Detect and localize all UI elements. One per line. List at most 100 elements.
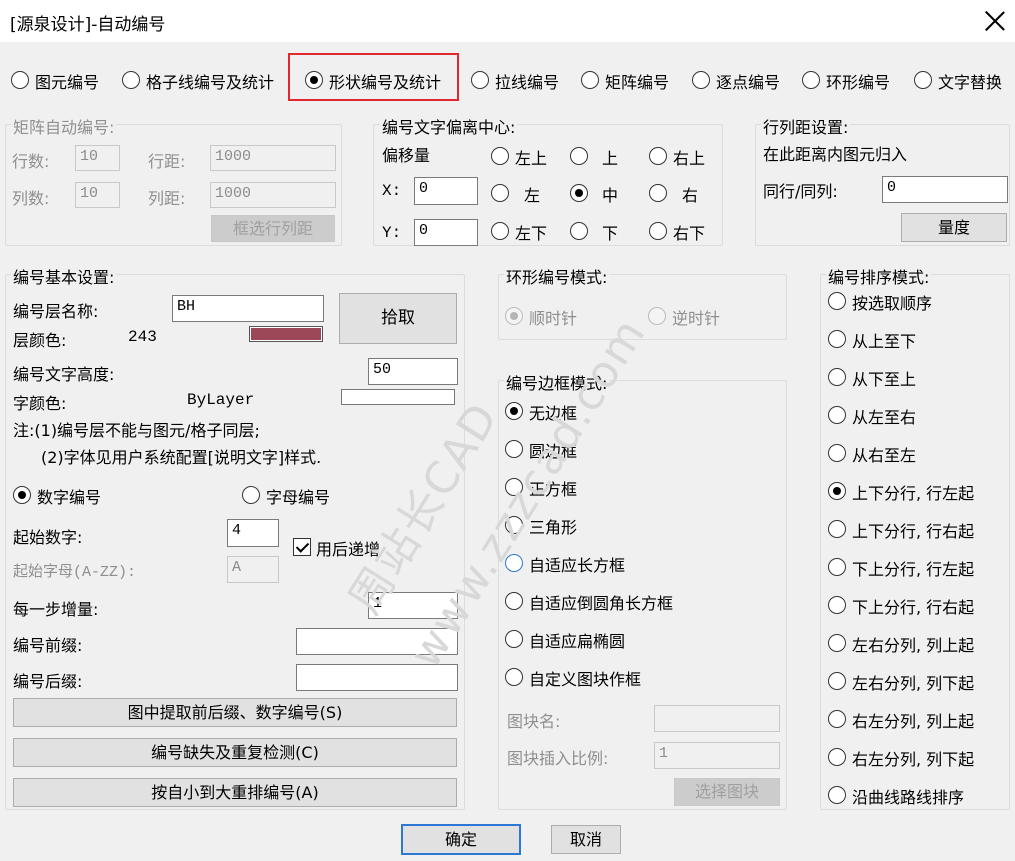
pos-label-0[interactable]: 左上 <box>515 145 547 169</box>
sort-radio-8[interactable] <box>828 596 846 614</box>
numeric-label[interactable]: 数字编号 <box>37 484 101 508</box>
tab-radio-7[interactable] <box>914 71 932 89</box>
tab-label-7[interactable]: 文字替换 <box>938 69 1002 93</box>
auto-inc-label[interactable]: 用后递增 <box>316 536 380 560</box>
sort-label-5[interactable]: 上下分行, 行左起 <box>852 480 974 504</box>
frame-radio-4[interactable] <box>505 554 523 572</box>
sort-label-12[interactable]: 右左分列, 列下起 <box>852 746 974 770</box>
tab-label-6[interactable]: 环形编号 <box>826 69 890 93</box>
sort-radio-13[interactable] <box>828 786 846 804</box>
sort-label-3[interactable]: 从左至右 <box>852 404 916 428</box>
frame-label-3[interactable]: 三角形 <box>529 514 577 538</box>
row-col-input[interactable]: 0 <box>882 176 1008 203</box>
pos-label-5[interactable]: 右 <box>682 182 698 206</box>
tab-label-1[interactable]: 格子线编号及统计 <box>146 69 274 93</box>
frame-radio-5[interactable] <box>505 592 523 610</box>
tab-radio-6[interactable] <box>802 71 820 89</box>
sort-radio-4[interactable] <box>828 444 846 462</box>
cw-label[interactable]: 顺时针 <box>529 305 577 329</box>
sort-label-11[interactable]: 右左分列, 列上起 <box>852 708 974 732</box>
frame-radio-2[interactable] <box>505 478 523 496</box>
rows-input[interactable]: 10 <box>75 145 120 171</box>
pos-label-7[interactable]: 下 <box>602 220 618 244</box>
tab-label-3[interactable]: 拉线编号 <box>495 69 559 93</box>
cols-input[interactable]: 10 <box>75 182 120 208</box>
check-button[interactable]: 编号缺失及重复检测(C) <box>13 738 457 767</box>
tab-radio-5[interactable] <box>692 71 710 89</box>
pos-label-1[interactable]: 上 <box>602 145 618 169</box>
extract-button[interactable]: 图中提取前后缀、数字编号(S) <box>13 698 457 727</box>
sort-radio-1[interactable] <box>828 330 846 348</box>
pos-radio-7[interactable] <box>570 222 588 240</box>
tab-label-5[interactable]: 逐点编号 <box>716 69 780 93</box>
pos-radio-0[interactable] <box>491 147 509 165</box>
layer-color-swatch[interactable] <box>249 326 323 342</box>
row-spacing-input[interactable]: 1000 <box>210 145 336 171</box>
frame-label-7[interactable]: 自定义图块作框 <box>529 666 641 690</box>
sort-radio-9[interactable] <box>828 634 846 652</box>
frame-label-2[interactable]: 正方框 <box>529 476 577 500</box>
sort-label-0[interactable]: 按选取顺序 <box>852 290 932 314</box>
frame-radio-0[interactable] <box>505 402 523 420</box>
frame-label-6[interactable]: 自适应扁椭圆 <box>529 628 625 652</box>
frame-radio-3[interactable] <box>505 516 523 534</box>
ccw-radio[interactable] <box>648 307 666 325</box>
ok-button[interactable]: 确定 <box>401 824 521 855</box>
alpha-label[interactable]: 字母编号 <box>266 484 330 508</box>
select-block-button[interactable]: 选择图块 <box>674 778 780 806</box>
pos-label-8[interactable]: 右下 <box>673 220 705 244</box>
sort-label-8[interactable]: 下上分行, 行右起 <box>852 594 974 618</box>
sort-label-10[interactable]: 左右分列, 列下起 <box>852 670 974 694</box>
pos-label-6[interactable]: 左下 <box>515 220 547 244</box>
pos-radio-2[interactable] <box>649 147 667 165</box>
sort-radio-12[interactable] <box>828 748 846 766</box>
tab-radio-1[interactable] <box>122 71 140 89</box>
renumber-button[interactable]: 按自小到大重排编号(A) <box>13 778 457 807</box>
sort-radio-3[interactable] <box>828 406 846 424</box>
font-color-swatch[interactable] <box>341 389 455 405</box>
layer-name-input[interactable]: BH <box>172 295 324 322</box>
frame-radio-6[interactable] <box>505 630 523 648</box>
sort-radio-5[interactable] <box>828 482 846 500</box>
block-name-input[interactable] <box>654 705 780 732</box>
sort-label-2[interactable]: 从下至上 <box>852 366 916 390</box>
start-num-input[interactable]: 4 <box>227 519 279 547</box>
frame-radio-7[interactable] <box>505 668 523 686</box>
pos-label-3[interactable]: 左 <box>524 182 540 206</box>
frame-label-0[interactable]: 无边框 <box>529 400 577 424</box>
tab-radio-0[interactable] <box>11 71 29 89</box>
start-letter-input[interactable]: A <box>227 556 279 583</box>
suffix-input[interactable] <box>296 664 458 691</box>
tab-label-4[interactable]: 矩阵编号 <box>605 69 669 93</box>
sort-label-1[interactable]: 从上至下 <box>852 328 916 352</box>
col-spacing-input[interactable]: 1000 <box>210 182 336 208</box>
pos-label-2[interactable]: 右上 <box>673 145 705 169</box>
sort-radio-11[interactable] <box>828 710 846 728</box>
pos-radio-1[interactable] <box>570 147 588 165</box>
sort-label-6[interactable]: 上下分行, 行右起 <box>852 518 974 542</box>
sort-radio-10[interactable] <box>828 672 846 690</box>
text-height-input[interactable]: 50 <box>368 358 458 385</box>
tab-label-0[interactable]: 图元编号 <box>35 69 99 93</box>
frame-label-1[interactable]: 圆边框 <box>529 438 577 462</box>
close-icon[interactable] <box>984 10 1006 32</box>
x-input[interactable]: 0 <box>414 177 478 205</box>
sort-radio-0[interactable] <box>828 292 846 310</box>
tab-radio-4[interactable] <box>581 71 599 89</box>
numeric-radio[interactable] <box>13 486 31 504</box>
pos-radio-8[interactable] <box>649 222 667 240</box>
step-input[interactable]: 1 <box>368 592 458 619</box>
y-input[interactable]: 0 <box>414 219 478 246</box>
sort-label-13[interactable]: 沿曲线路线排序 <box>852 784 964 808</box>
pos-label-4[interactable]: 中 <box>602 182 618 206</box>
block-scale-input[interactable]: 1 <box>654 742 780 769</box>
select-spacing-button[interactable]: 框选行列距 <box>211 215 335 242</box>
sort-label-7[interactable]: 下上分行, 行左起 <box>852 556 974 580</box>
ccw-label[interactable]: 逆时针 <box>672 305 720 329</box>
sort-radio-6[interactable] <box>828 520 846 538</box>
frame-label-5[interactable]: 自适应倒圆角长方框 <box>529 590 673 614</box>
auto-inc-checkbox[interactable] <box>293 538 311 556</box>
frame-radio-1[interactable] <box>505 440 523 458</box>
sort-label-4[interactable]: 从右至左 <box>852 442 916 466</box>
pos-radio-6[interactable] <box>491 222 509 240</box>
